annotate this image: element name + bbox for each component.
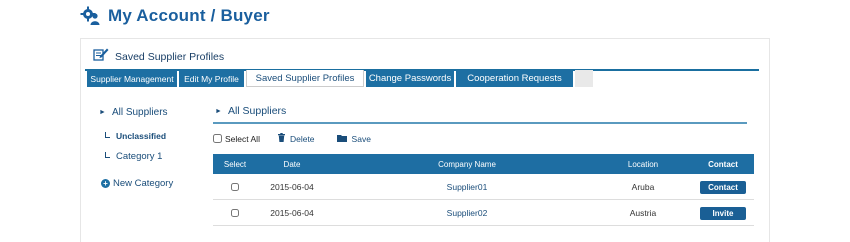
header-company-name: Company Name <box>438 159 496 169</box>
tab-change-passwords[interactable]: Change Passwords <box>366 70 454 87</box>
header-contact: Contact <box>708 159 738 169</box>
gear-user-icon <box>80 6 102 26</box>
content-title: ► All Suppliers <box>215 105 287 117</box>
triangle-right-icon: ► <box>99 109 106 116</box>
content-area: ► All Suppliers Select All Delete Save S… <box>211 105 755 226</box>
tab-cooperation-requests[interactable]: Cooperation Requests <box>456 70 573 87</box>
sidebar-item-category-1[interactable]: Category 1 <box>105 151 162 162</box>
tab-supplier-management[interactable]: Supplier Management <box>87 70 177 87</box>
folder-icon <box>336 134 347 144</box>
triangle-right-icon: ► <box>215 107 222 115</box>
header-date: Date <box>283 159 301 169</box>
delete-button[interactable]: Delete <box>277 133 315 144</box>
invite-button[interactable]: Invite <box>700 206 746 220</box>
table-row: 2015-06-04 Supplier02 Austria Invite <box>213 200 754 226</box>
content-divider <box>213 122 747 124</box>
contact-button[interactable]: Contact <box>700 180 746 194</box>
row-company-link[interactable]: Supplier02 <box>383 200 551 226</box>
tab-bar: Supplier Management Edit My Profile Save… <box>87 70 593 87</box>
row-date: 2015-06-04 <box>270 182 314 192</box>
select-all-control[interactable]: Select All <box>213 134 260 144</box>
main-panel: Saved Supplier Profiles Supplier Managem… <box>80 38 770 242</box>
toolbar: Select All Delete Save <box>213 133 371 144</box>
sidebar-item-unclassified[interactable]: Unclassified <box>105 131 166 141</box>
page-header: My Account / Buyer <box>80 6 270 26</box>
select-all-checkbox[interactable] <box>213 134 222 143</box>
edit-document-icon <box>93 47 109 66</box>
tree-branch-icon <box>105 152 110 158</box>
row-checkbox[interactable] <box>231 183 239 191</box>
plus-circle-icon: + <box>101 179 110 188</box>
panel-header: Saved Supplier Profiles <box>93 47 224 66</box>
tab-saved-supplier-profiles[interactable]: Saved Supplier Profiles <box>246 70 364 87</box>
supplier-table: Select Date Company Name Location Contac… <box>213 154 754 226</box>
tree-branch-icon <box>105 131 110 138</box>
table-row: 2015-06-04 Supplier01 Aruba Contact <box>213 174 754 200</box>
panel-title: Saved Supplier Profiles <box>115 50 225 63</box>
header-location: Location <box>627 159 659 169</box>
row-location: Aruba <box>631 182 655 192</box>
row-checkbox[interactable] <box>231 209 239 217</box>
tab-edit-my-profile[interactable]: Edit My Profile <box>179 70 244 87</box>
tab-bar-end <box>575 70 593 87</box>
header-select: Select <box>223 159 247 169</box>
row-company-link[interactable]: Supplier01 <box>383 174 551 200</box>
table-header: Select Date Company Name Location Contac… <box>213 154 754 174</box>
page-title: My Account / Buyer <box>108 6 270 25</box>
row-location: Austria <box>629 208 657 218</box>
row-date: 2015-06-04 <box>270 208 314 218</box>
trash-icon <box>277 133 285 144</box>
save-button[interactable]: Save <box>336 134 371 144</box>
sidebar-item-all-suppliers[interactable]: ► All Suppliers <box>99 107 168 118</box>
new-category-button[interactable]: + New Category <box>101 178 173 189</box>
